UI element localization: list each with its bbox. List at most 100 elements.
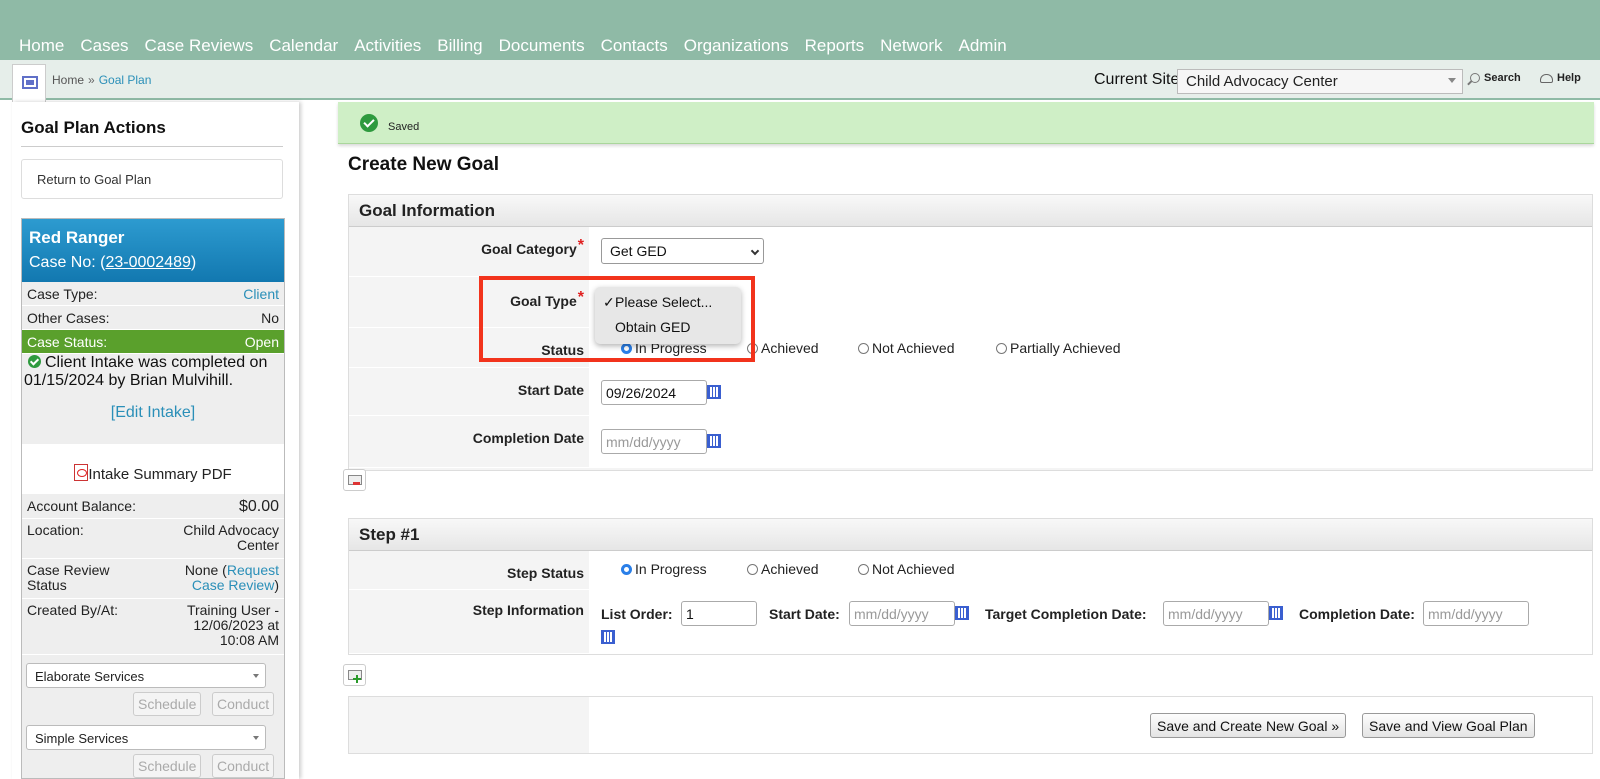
- main-menu: Home Cases Case Reviews Calendar Activit…: [11, 36, 1015, 56]
- goal-category-label-text: Goal Category: [481, 241, 577, 257]
- nav-admin[interactable]: Admin: [959, 36, 1007, 56]
- search-link[interactable]: Search: [1470, 72, 1521, 84]
- page-title: Create New Goal: [348, 154, 499, 175]
- help-link[interactable]: Help: [1540, 72, 1581, 84]
- dropdown-option-label: Obtain GED: [615, 319, 691, 335]
- step-start-date-input[interactable]: mm/dd/yyyy: [849, 601, 955, 626]
- schedule-button[interactable]: Schedule: [133, 754, 202, 778]
- step-status-option-label: Achieved: [761, 561, 819, 577]
- completion-date-input[interactable]: mm/dd/yyyy: [601, 429, 707, 454]
- nav-cases[interactable]: Cases: [80, 36, 128, 56]
- nav-calendar[interactable]: Calendar: [269, 36, 338, 56]
- required-asterisk: *: [577, 289, 584, 306]
- search-icon: [1470, 73, 1480, 83]
- current-site-select[interactable]: Child Advocacy Center: [1177, 69, 1463, 94]
- list-order-label: List Order:: [601, 606, 673, 622]
- breadcrumb-home[interactable]: Home: [52, 73, 84, 87]
- chevron-down-icon: [1448, 78, 1456, 83]
- remove-goal-button[interactable]: [343, 469, 366, 491]
- return-to-goal-plan-link[interactable]: Return to Goal Plan: [21, 159, 283, 199]
- nav-documents[interactable]: Documents: [499, 36, 585, 56]
- schedule-button[interactable]: Schedule: [133, 692, 202, 716]
- step-panel: Step #1 Step Status In Progress Achieved…: [348, 518, 1593, 655]
- chevron-down-icon: [253, 674, 259, 678]
- calendar-icon[interactable]: [707, 434, 721, 448]
- search-label: Search: [1484, 72, 1521, 84]
- case-number-link[interactable]: 23-0002489: [105, 254, 190, 271]
- goal-information-heading: Goal Information: [349, 195, 1592, 227]
- goal-type-label-text: Goal Type: [510, 293, 577, 309]
- simple-services-select[interactable]: Simple Services: [26, 725, 266, 750]
- dropdown-option-obtain-ged[interactable]: Obtain GED: [595, 315, 741, 339]
- case-review-status-row: Case Review Status None (Request Case Re…: [22, 559, 284, 599]
- calendar-icon[interactable]: [1269, 606, 1283, 620]
- radio-icon: [747, 342, 758, 354]
- nav-case-reviews[interactable]: Case Reviews: [145, 36, 254, 56]
- add-step-button[interactable]: [343, 664, 366, 686]
- radio-icon: [996, 342, 1007, 354]
- case-status-row: Case Status: Open: [22, 330, 284, 354]
- save-and-view-goal-plan-button[interactable]: Save and View Goal Plan: [1362, 713, 1535, 738]
- nav-network[interactable]: Network: [880, 36, 942, 56]
- step-status-radio-not-achieved[interactable]: Not Achieved: [858, 561, 955, 577]
- chevron-down-icon: [253, 736, 259, 740]
- nav-billing[interactable]: Billing: [437, 36, 482, 56]
- target-completion-date-input[interactable]: mm/dd/yyyy: [1163, 601, 1269, 626]
- top-navigation: Home Cases Case Reviews Calendar Activit…: [0, 0, 1600, 60]
- calendar-icon[interactable]: [601, 630, 615, 644]
- save-and-create-new-goal-button[interactable]: Save and Create New Goal »: [1150, 713, 1347, 738]
- case-review-status-value: None (Request Case Review): [169, 563, 279, 598]
- start-date-label: Start Date: [517, 382, 584, 398]
- nav-contacts[interactable]: Contacts: [601, 36, 668, 56]
- goal-category-select[interactable]: Get GED: [601, 238, 764, 264]
- edit-intake-link[interactable]: [Edit Intake]: [111, 404, 196, 421]
- status-radio-partially-achieved[interactable]: Partially Achieved: [996, 340, 1121, 356]
- check-circle-icon: [28, 355, 41, 368]
- status-option-label: Achieved: [761, 340, 819, 356]
- created-by-value: Training User - 12/06/2023 at 10:08 AM: [186, 602, 279, 648]
- case-type-link[interactable]: Client: [243, 282, 279, 305]
- form-actions-field: Save and Create New Goal » Save and View…: [589, 697, 1592, 753]
- simple-services-block: Simple Services Schedule Conduct: [22, 717, 284, 778]
- step-status-radio-in-progress[interactable]: In Progress: [621, 561, 707, 577]
- case-header: Red Ranger Case No: (23-0002489): [22, 219, 284, 282]
- step-information-label: Step Information: [472, 602, 584, 618]
- simple-services-value: Simple Services: [35, 731, 129, 746]
- list-order-input[interactable]: 1: [681, 601, 757, 626]
- conduct-button[interactable]: Conduct: [212, 754, 275, 778]
- case-status-value: Open: [244, 334, 279, 350]
- status-radio-achieved[interactable]: Achieved: [747, 340, 819, 356]
- case-type-label: Case Type:: [27, 286, 98, 302]
- dropdown-option-please-select[interactable]: ✓Please Select...: [595, 290, 741, 314]
- nav-home[interactable]: Home: [19, 36, 64, 56]
- goal-type-dropdown-menu: ✓Please Select... Obtain GED: [595, 287, 741, 344]
- breadcrumb-separator: »: [88, 73, 95, 87]
- elaborate-services-select[interactable]: Elaborate Services: [26, 663, 266, 688]
- nav-activities[interactable]: Activities: [354, 36, 421, 56]
- radio-icon: [858, 342, 869, 354]
- minus-icon: [353, 482, 360, 485]
- account-balance-row: Account Balance: $0.00: [22, 494, 284, 519]
- radio-selected-icon: [621, 563, 632, 575]
- step-completion-date-input[interactable]: mm/dd/yyyy: [1423, 601, 1529, 626]
- intake-summary-pdf-link[interactable]: Intake Summary PDF: [74, 464, 232, 483]
- nav-reports[interactable]: Reports: [805, 36, 865, 56]
- sidebar-title: Goal Plan Actions: [21, 118, 283, 147]
- intake-pdf-area: Intake Summary PDF: [22, 444, 284, 494]
- calendar-icon[interactable]: [955, 606, 969, 620]
- radio-selected-icon: [621, 342, 632, 354]
- case-number-label: Case No: (: [29, 254, 106, 271]
- status-radio-not-achieved[interactable]: Not Achieved: [858, 340, 955, 356]
- conduct-button[interactable]: Conduct: [212, 692, 275, 716]
- breadcrumb-current[interactable]: Goal Plan: [99, 73, 152, 87]
- step-status-radio-achieved[interactable]: Achieved: [747, 561, 819, 577]
- goal-type-label: Goal Type*: [510, 289, 584, 311]
- radio-icon: [858, 563, 869, 575]
- step-heading: Step #1: [349, 519, 1592, 551]
- calendar-icon[interactable]: [707, 385, 721, 399]
- status-option-label: Partially Achieved: [1010, 340, 1121, 356]
- nav-organizations[interactable]: Organizations: [684, 36, 789, 56]
- home-tab[interactable]: [12, 64, 46, 104]
- start-date-input[interactable]: 09/26/2024: [601, 380, 707, 405]
- plus-icon: [353, 675, 361, 683]
